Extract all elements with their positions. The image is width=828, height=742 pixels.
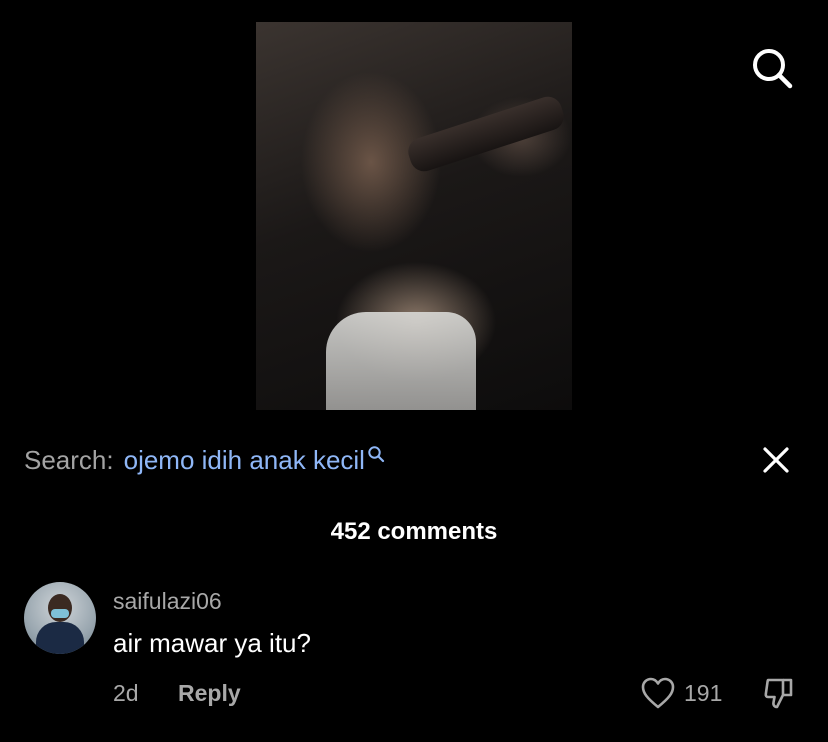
avatar-body-shape [36, 622, 84, 654]
dislike-button[interactable] [760, 674, 798, 712]
comment-timestamp: 2d [113, 680, 139, 706]
thumbs-down-icon [764, 678, 793, 709]
close-button[interactable] [756, 440, 796, 480]
thumbnail-bottle-shape [404, 93, 568, 175]
comment-text: air mawar ya itu? [113, 628, 311, 658]
search-suggestion[interactable]: Search: ojemo idih anak kecil [24, 440, 385, 480]
reply-button[interactable]: Reply [178, 680, 241, 707]
search-prefix-label: Search: [24, 444, 114, 475]
search-query-link[interactable]: ojemo idih anak kecil [124, 445, 365, 476]
close-icon [763, 447, 789, 473]
avatar-mask-shape [51, 609, 69, 618]
like-count: 191 [684, 679, 723, 706]
search-small-icon [367, 445, 385, 463]
video-thumbnail[interactable] [256, 22, 572, 410]
comment-username[interactable]: saifulazi06 [113, 588, 222, 615]
avatar[interactable] [24, 582, 96, 654]
thumbnail-figure-shape [326, 312, 476, 410]
like-button[interactable]: 191 [640, 674, 722, 712]
search-button[interactable] [748, 44, 796, 92]
comments-count-title: 452 comments [330, 518, 498, 545]
heart-icon [641, 677, 675, 709]
search-icon [753, 49, 793, 89]
